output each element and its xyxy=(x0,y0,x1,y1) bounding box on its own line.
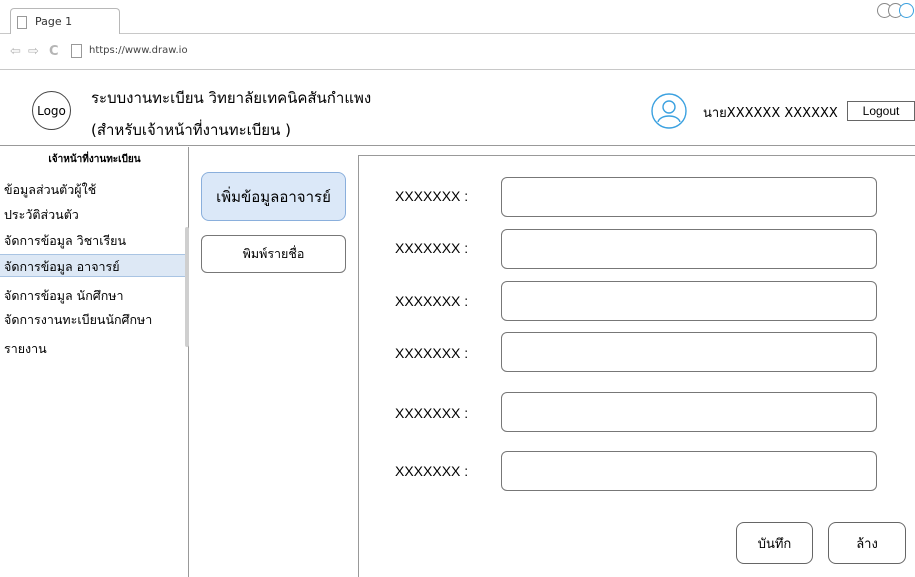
logout-button[interactable]: Logout xyxy=(847,101,915,121)
text-field[interactable] xyxy=(501,332,877,372)
sidebar-item-teachers[interactable]: จัดการข้อมูล อาจารย์ xyxy=(0,254,189,277)
text-field[interactable] xyxy=(501,392,877,432)
user-avatar-icon xyxy=(651,93,687,129)
sidebar-item-history[interactable]: ประวัติส่วนตัว xyxy=(0,203,189,226)
text-field[interactable] xyxy=(501,281,877,321)
logo-text: Logo xyxy=(37,103,66,118)
field-label: XXXXXXX : xyxy=(395,240,469,256)
app-subtitle: (สำหรับเจ้าหน้าที่งานทะเบียน ) xyxy=(91,121,291,139)
field-label: XXXXXXX : xyxy=(395,345,469,361)
reload-icon[interactable]: C xyxy=(49,44,59,60)
sidebar-item-students[interactable]: จัดการข้อมูล นักศึกษา xyxy=(0,284,189,307)
browser-address-bar: ⇦ ⇨ C https://www.draw.io xyxy=(0,34,915,70)
sidebar-item-subjects[interactable]: จัดการข้อมูล วิชาเรียน xyxy=(0,229,189,252)
clear-button[interactable]: ล้าง xyxy=(828,522,906,564)
page-icon xyxy=(17,16,27,29)
app-header: Logo ระบบงานทะเบียน วิทยาลัยเทคนิคสันกำแ… xyxy=(0,71,915,146)
text-field[interactable] xyxy=(501,177,877,217)
sidebar: เจ้าหน้าที่งานทะเบียน ข้อมูลส่วนตัวผู้ใช… xyxy=(0,147,189,577)
tab-title: Page 1 xyxy=(35,15,73,28)
arrow-right-icon[interactable]: ⇨ xyxy=(28,44,39,60)
text-field[interactable] xyxy=(501,229,877,269)
sidebar-item-registration[interactable]: จัดการงานทะเบียนนักศึกษา xyxy=(0,308,189,331)
field-label: XXXXXXX : xyxy=(395,188,469,204)
field-label: XXXXXXX : xyxy=(395,405,469,421)
browser-tab-bar: Page 1 xyxy=(0,0,915,35)
add-teacher-button[interactable]: เพิ่มข้อมูลอาจารย์ xyxy=(201,172,346,221)
text-field[interactable] xyxy=(501,451,877,491)
sidebar-item-profile[interactable]: ข้อมูลส่วนตัวผู้ใช้ xyxy=(0,178,189,201)
page-icon xyxy=(71,44,82,58)
save-button[interactable]: บันทึก xyxy=(736,522,813,564)
user-name: นายXXXXXX XXXXXX xyxy=(703,106,838,121)
window-controls xyxy=(877,3,915,19)
sidebar-heading: เจ้าหน้าที่งานทะเบียน xyxy=(48,154,141,165)
arrow-left-icon[interactable]: ⇦ xyxy=(10,44,21,60)
window-control-icon[interactable] xyxy=(899,3,914,18)
field-label: XXXXXXX : xyxy=(395,293,469,309)
print-list-button[interactable]: พิมพ์รายชื่อ xyxy=(201,235,346,273)
url-text[interactable]: https://www.draw.io xyxy=(89,45,188,56)
app-title: ระบบงานทะเบียน วิทยาลัยเทคนิคสันกำแพง xyxy=(91,89,372,107)
logo: Logo xyxy=(32,91,71,130)
field-label: XXXXXXX : xyxy=(395,463,469,479)
browser-tab[interactable]: Page 1 xyxy=(10,8,120,35)
sidebar-item-reports[interactable]: รายงาน xyxy=(0,337,189,360)
sidebar-scrollbar[interactable] xyxy=(185,227,189,347)
